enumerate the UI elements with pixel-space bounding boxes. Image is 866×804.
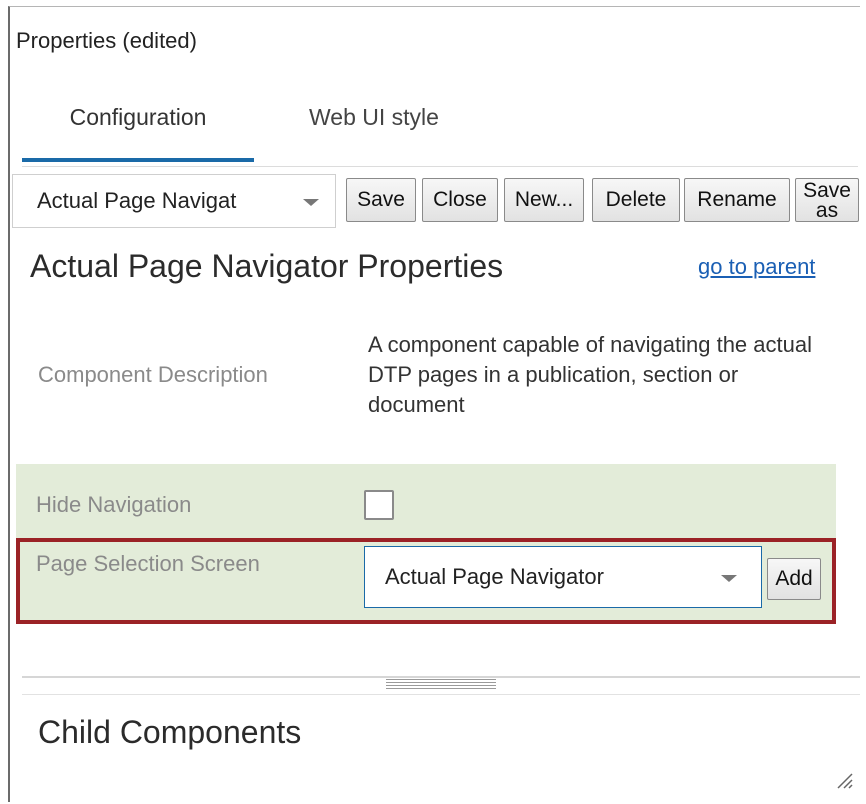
component-select[interactable]: Actual Page Navigat bbox=[12, 174, 336, 228]
hide-navigation-label: Hide Navigation bbox=[36, 492, 192, 517]
tab-bar: Configuration Web UI style bbox=[22, 96, 862, 166]
add-button[interactable]: Add bbox=[767, 558, 821, 600]
splitter-handle[interactable] bbox=[386, 678, 496, 690]
toolbar: Actual Page Navigat Save Close New... De… bbox=[8, 172, 860, 230]
tab-web-ui-style[interactable]: Web UI style bbox=[284, 96, 464, 158]
properties-title: Actual Page Navigator Properties bbox=[30, 248, 504, 284]
chevron-down-icon bbox=[721, 575, 737, 582]
rename-button[interactable]: Rename bbox=[684, 178, 790, 222]
page-selection-screen-value: Actual Page Navigator bbox=[385, 564, 604, 589]
delete-button[interactable]: Delete bbox=[592, 178, 680, 222]
panel-title: Properties (edited) bbox=[16, 28, 197, 53]
close-button[interactable]: Close bbox=[422, 178, 498, 222]
hide-navigation-checkbox[interactable] bbox=[364, 490, 394, 520]
save-as-button[interactable]: Save as bbox=[795, 178, 859, 222]
resize-grip-icon[interactable] bbox=[834, 770, 854, 790]
new-button[interactable]: New... bbox=[504, 178, 584, 222]
component-description-label: Component Description bbox=[38, 362, 268, 387]
child-components-title: Child Components bbox=[38, 714, 302, 750]
go-to-parent-link[interactable]: go to parent bbox=[698, 254, 815, 280]
save-button[interactable]: Save bbox=[346, 178, 416, 222]
splitter-divider-lower bbox=[22, 694, 860, 695]
page-selection-screen-label: Page Selection Screen bbox=[36, 551, 260, 576]
chevron-down-icon bbox=[303, 199, 319, 206]
tab-configuration[interactable]: Configuration bbox=[22, 96, 254, 162]
component-description-value: A component capable of navigating the ac… bbox=[368, 332, 812, 417]
page-selection-screen-select[interactable]: Actual Page Navigator bbox=[364, 546, 762, 608]
tab-divider bbox=[22, 166, 858, 167]
component-select-value: Actual Page Navigat bbox=[37, 188, 237, 213]
